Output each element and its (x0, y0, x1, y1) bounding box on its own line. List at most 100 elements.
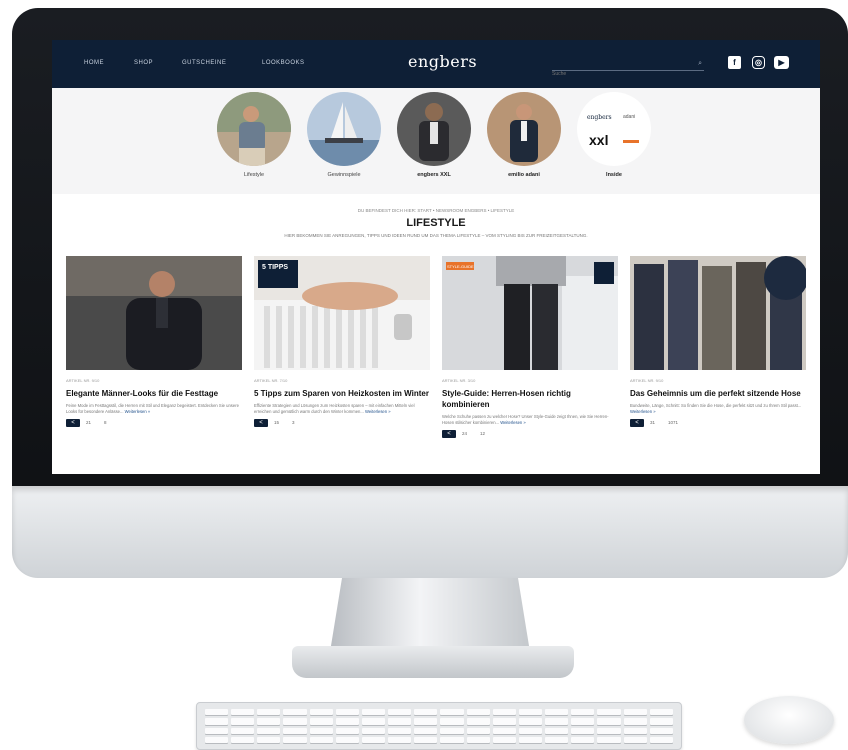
keyboard-key (518, 709, 543, 716)
keyboard-key (361, 709, 386, 716)
search-icon[interactable]: ⌕ (698, 60, 702, 68)
keyboard-key (231, 709, 255, 716)
keyboard-key (205, 736, 229, 743)
keyboard-key (492, 727, 516, 734)
monitor-stand-base (292, 646, 574, 678)
xxl-brand-logo: xxl (589, 132, 609, 148)
share-icon[interactable]: < (254, 419, 268, 427)
keyboard-key (309, 736, 333, 743)
article-card[interactable]: 5 TIPPS ARTIKEL NR. 7/10 5 Tipps zum Spa… (254, 256, 430, 428)
keyboard-key (283, 736, 307, 743)
keyboard-key (571, 718, 595, 725)
keyboard-key (597, 736, 621, 743)
read-more-link[interactable]: Weiterlesen » (630, 409, 656, 414)
category-inside[interactable]: engbers adani xxl Inside (574, 92, 654, 178)
article-image[interactable]: 5 TIPPS (254, 256, 430, 370)
article-meta: < 15 3 (254, 419, 430, 428)
keyboard-key (231, 736, 255, 743)
keyboard-key (571, 709, 595, 716)
keyboard-key (597, 709, 621, 716)
read-more-link[interactable]: Weiterlesen » (365, 409, 391, 414)
nav-item-lookbooks[interactable]: LOOKBOOKS (262, 60, 305, 66)
lifestyle-thumbnail (217, 92, 291, 166)
comments-count: 1071 (668, 420, 679, 425)
instagram-icon[interactable]: ◎ (752, 56, 765, 69)
keyboard-key (335, 736, 359, 743)
keyboard-key (414, 718, 438, 725)
keyboard-key (257, 718, 281, 725)
keyboard-key (414, 709, 438, 716)
keyboard-key (597, 718, 621, 725)
comments-count: 3 (292, 420, 295, 425)
nav-item-home[interactable]: HOME (84, 60, 104, 66)
keyboard-key (440, 718, 464, 725)
comments-count: 8 (104, 420, 107, 425)
article-image[interactable] (66, 256, 242, 370)
keyboard-key (205, 718, 229, 725)
share-icon[interactable]: < (630, 419, 644, 427)
search-input[interactable] (552, 70, 684, 78)
keyboard-key (309, 718, 333, 725)
category-label: Inside (606, 172, 622, 178)
article-title[interactable]: Elegante Männer-Looks für die Festtage (66, 388, 242, 399)
keyboard-key (545, 736, 569, 743)
article-date: ARTIKEL NR. 7/10 (254, 378, 288, 383)
category-engbers-xxl[interactable]: engbers XXL (394, 92, 474, 178)
article-card[interactable]: ARTIKEL NR. 9/10 Elegante Männer-Looks f… (66, 256, 242, 428)
keyboard-key (388, 727, 412, 734)
keyboard-key (649, 736, 673, 743)
likes-count: 31 (650, 420, 656, 425)
article-title[interactable]: Style-Guide: Herren-Hosen richtig kombin… (442, 388, 618, 410)
keyboard-key (283, 727, 307, 734)
read-more-link[interactable]: Weiterlesen » (500, 420, 526, 425)
keyboard-key (361, 727, 386, 734)
article-image[interactable] (630, 256, 806, 370)
article-meta: < 31 1071 (630, 419, 806, 428)
category-lifestyle[interactable]: Lifestyle (214, 92, 294, 178)
category-label: emilio adani (508, 172, 540, 178)
article-card[interactable]: STYLE-GUIDE ARTIKEL NR. 3/10 Style-Guide… (442, 256, 618, 439)
keyboard-key (571, 736, 595, 743)
nav-item-gutscheine[interactable]: GUTSCHEINE (182, 60, 226, 66)
keyboard-keys (205, 709, 673, 743)
breadcrumb: DU BEFINDEST DICH HIER: START • NEWSROOM… (357, 208, 515, 213)
category-emilio-adani[interactable]: emilio adani (484, 92, 564, 178)
facebook-icon[interactable]: f (728, 56, 741, 69)
keyboard-key (623, 727, 647, 734)
keyboard-key (257, 736, 281, 743)
read-more-link[interactable]: Weiterlesen » (125, 409, 151, 414)
article-card[interactable]: ARTIKEL NR. 9/10 Das Geheimnis um die pe… (630, 256, 806, 428)
category-label: Gewinnspiele (327, 172, 361, 178)
keyboard-key (545, 718, 569, 725)
keyboard-key (388, 709, 412, 716)
keyboard-key (335, 727, 359, 734)
keyboard-key (388, 736, 412, 743)
keyboard-key (623, 709, 647, 716)
article-meta: < 21 8 (66, 419, 242, 428)
keyboard-key (440, 736, 464, 743)
keyboard-key (309, 709, 333, 716)
keyboard-key (571, 727, 595, 734)
top-navbar: HOME SHOP GUTSCHEINE LOOKBOOKS engbers ⌕… (52, 40, 820, 88)
article-date: ARTIKEL NR. 9/10 (66, 378, 100, 383)
gewinnspiele-thumbnail (307, 92, 381, 166)
keyboard-key (466, 718, 490, 725)
article-title[interactable]: Das Geheimnis um die perfekt sitzende Ho… (630, 388, 806, 399)
keyboard-key (414, 736, 438, 743)
share-icon[interactable]: < (442, 430, 456, 438)
category-gewinnspiele[interactable]: Gewinnspiele (304, 92, 384, 178)
nav-item-shop[interactable]: SHOP (134, 60, 153, 66)
youtube-icon[interactable]: ▶ (774, 56, 789, 69)
article-image[interactable]: STYLE-GUIDE (442, 256, 618, 370)
share-icon[interactable]: < (66, 419, 80, 427)
keyboard-key (257, 709, 281, 716)
keyboard-key (309, 727, 333, 734)
article-title[interactable]: 5 Tipps zum Sparen von Heizkosten im Win… (254, 388, 430, 399)
keyboard-key (283, 718, 307, 725)
keyboard-key (205, 709, 229, 716)
keyboard-key (518, 736, 543, 743)
article-meta: < 24 12 (442, 430, 618, 439)
keyboard-key (597, 727, 621, 734)
keyboard (196, 702, 682, 750)
engbers-logo[interactable]: engbers (408, 52, 477, 71)
